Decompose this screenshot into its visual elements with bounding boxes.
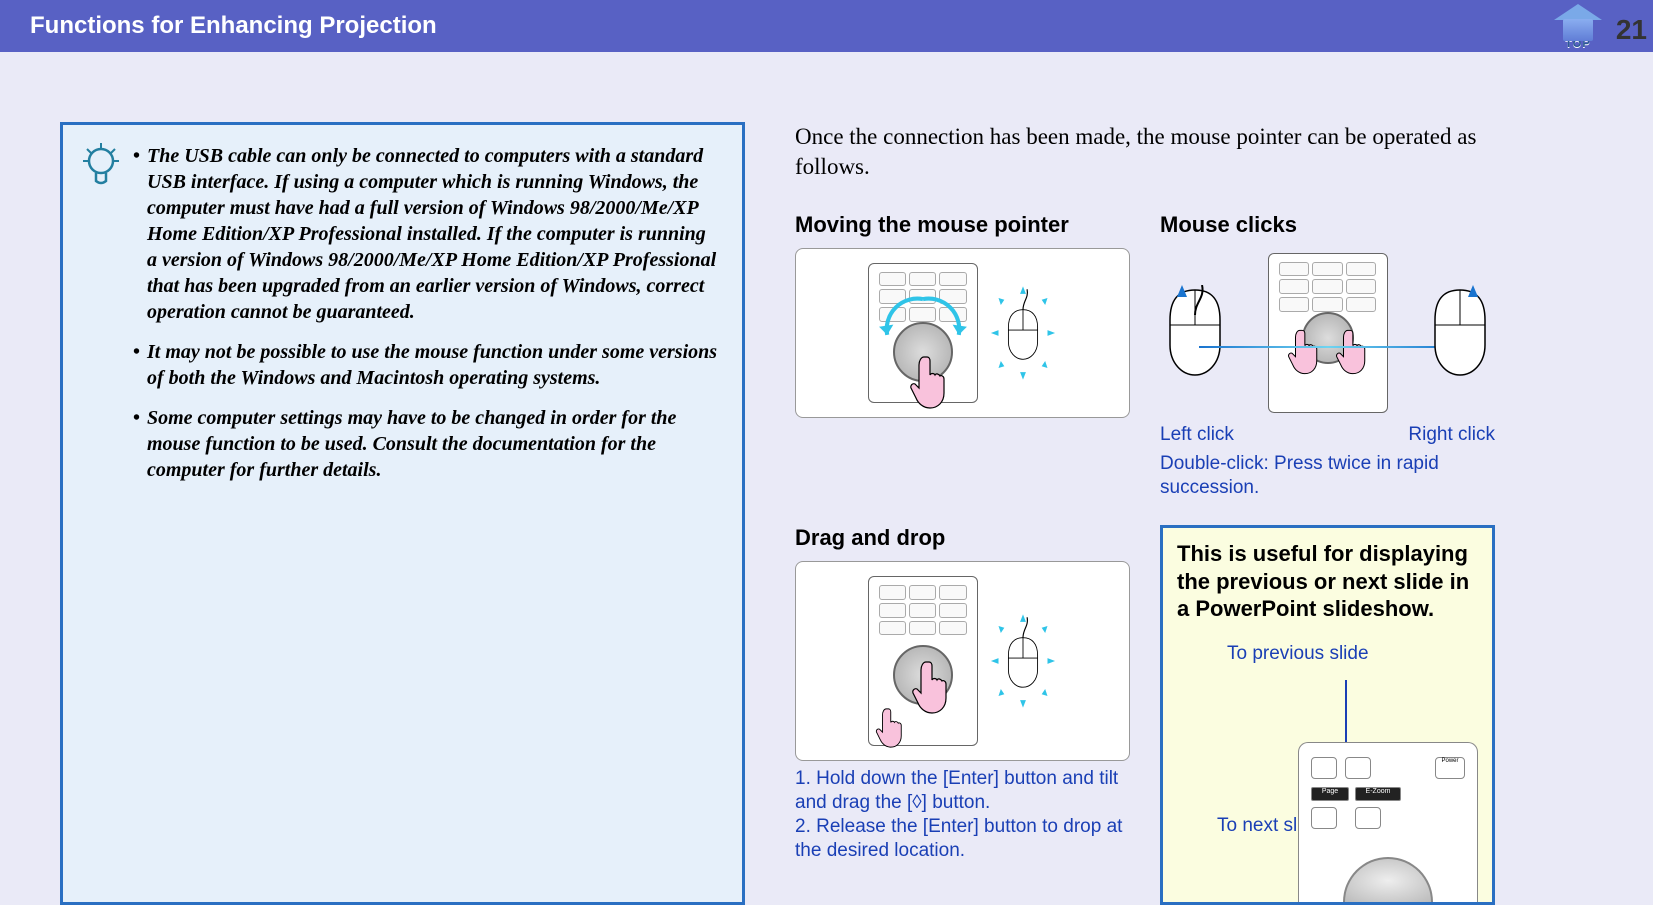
prev-slide-label: To previous slide <box>1227 643 1478 665</box>
remote-illustration <box>868 263 978 403</box>
top-home-button[interactable]: TOP <box>1543 0 1613 58</box>
mouse-right-click-icon <box>1425 285 1495 380</box>
page-number: 21 <box>1616 14 1647 46</box>
powerpoint-tip-box: This is useful for displaying the previo… <box>1160 525 1495 905</box>
tip-box: The USB cable can only be connected to c… <box>60 122 745 905</box>
remote-page-buttons-illustration: Page E-Zoom Power <box>1298 742 1478 902</box>
header-title: Functions for Enhancing Projection <box>30 12 437 40</box>
diagram-drag-drop <box>795 561 1130 761</box>
mouse-with-arrows-icon <box>988 278 1058 388</box>
hand-icon <box>875 707 905 749</box>
hand-icon <box>1335 328 1369 376</box>
hand-icon <box>911 660 951 715</box>
tip-list: The USB cable can only be connected to c… <box>133 143 720 483</box>
mouse-with-arrows-icon <box>988 571 1058 751</box>
tilt-arrows-icon <box>877 294 969 376</box>
section-title-drag: Drag and drop <box>795 525 1130 551</box>
right-click-label: Right click <box>1408 424 1495 446</box>
section-title-move: Moving the mouse pointer <box>795 212 1130 238</box>
diagram-mouse-clicks <box>1160 248 1495 418</box>
mouse-left-click-icon <box>1160 285 1230 380</box>
double-click-note: Double-click: Press twice in rapid succe… <box>1160 452 1495 500</box>
intro-text: Once the connection has been made, the m… <box>795 122 1495 182</box>
home-icon <box>1555 4 1601 40</box>
hand-icon <box>1287 328 1321 376</box>
section-title-clicks: Mouse clicks <box>1160 212 1495 238</box>
remote-drag-illustration <box>868 576 978 746</box>
lightbulb-icon <box>81 143 121 193</box>
left-click-label: Left click <box>1160 424 1234 446</box>
ppt-heading: This is useful for displaying the previo… <box>1177 540 1478 623</box>
tip-item: Some computer settings may have to be ch… <box>133 405 720 483</box>
diagram-move-pointer <box>795 248 1130 418</box>
page-header: Functions for Enhancing Projection <box>0 0 1653 52</box>
tip-item: It may not be possible to use the mouse … <box>133 339 720 391</box>
remote-clicks-illustration <box>1268 253 1388 413</box>
drag-steps: 1. Hold down the [Enter] button and tilt… <box>795 767 1130 862</box>
tip-item: The USB cable can only be connected to c… <box>133 143 720 325</box>
